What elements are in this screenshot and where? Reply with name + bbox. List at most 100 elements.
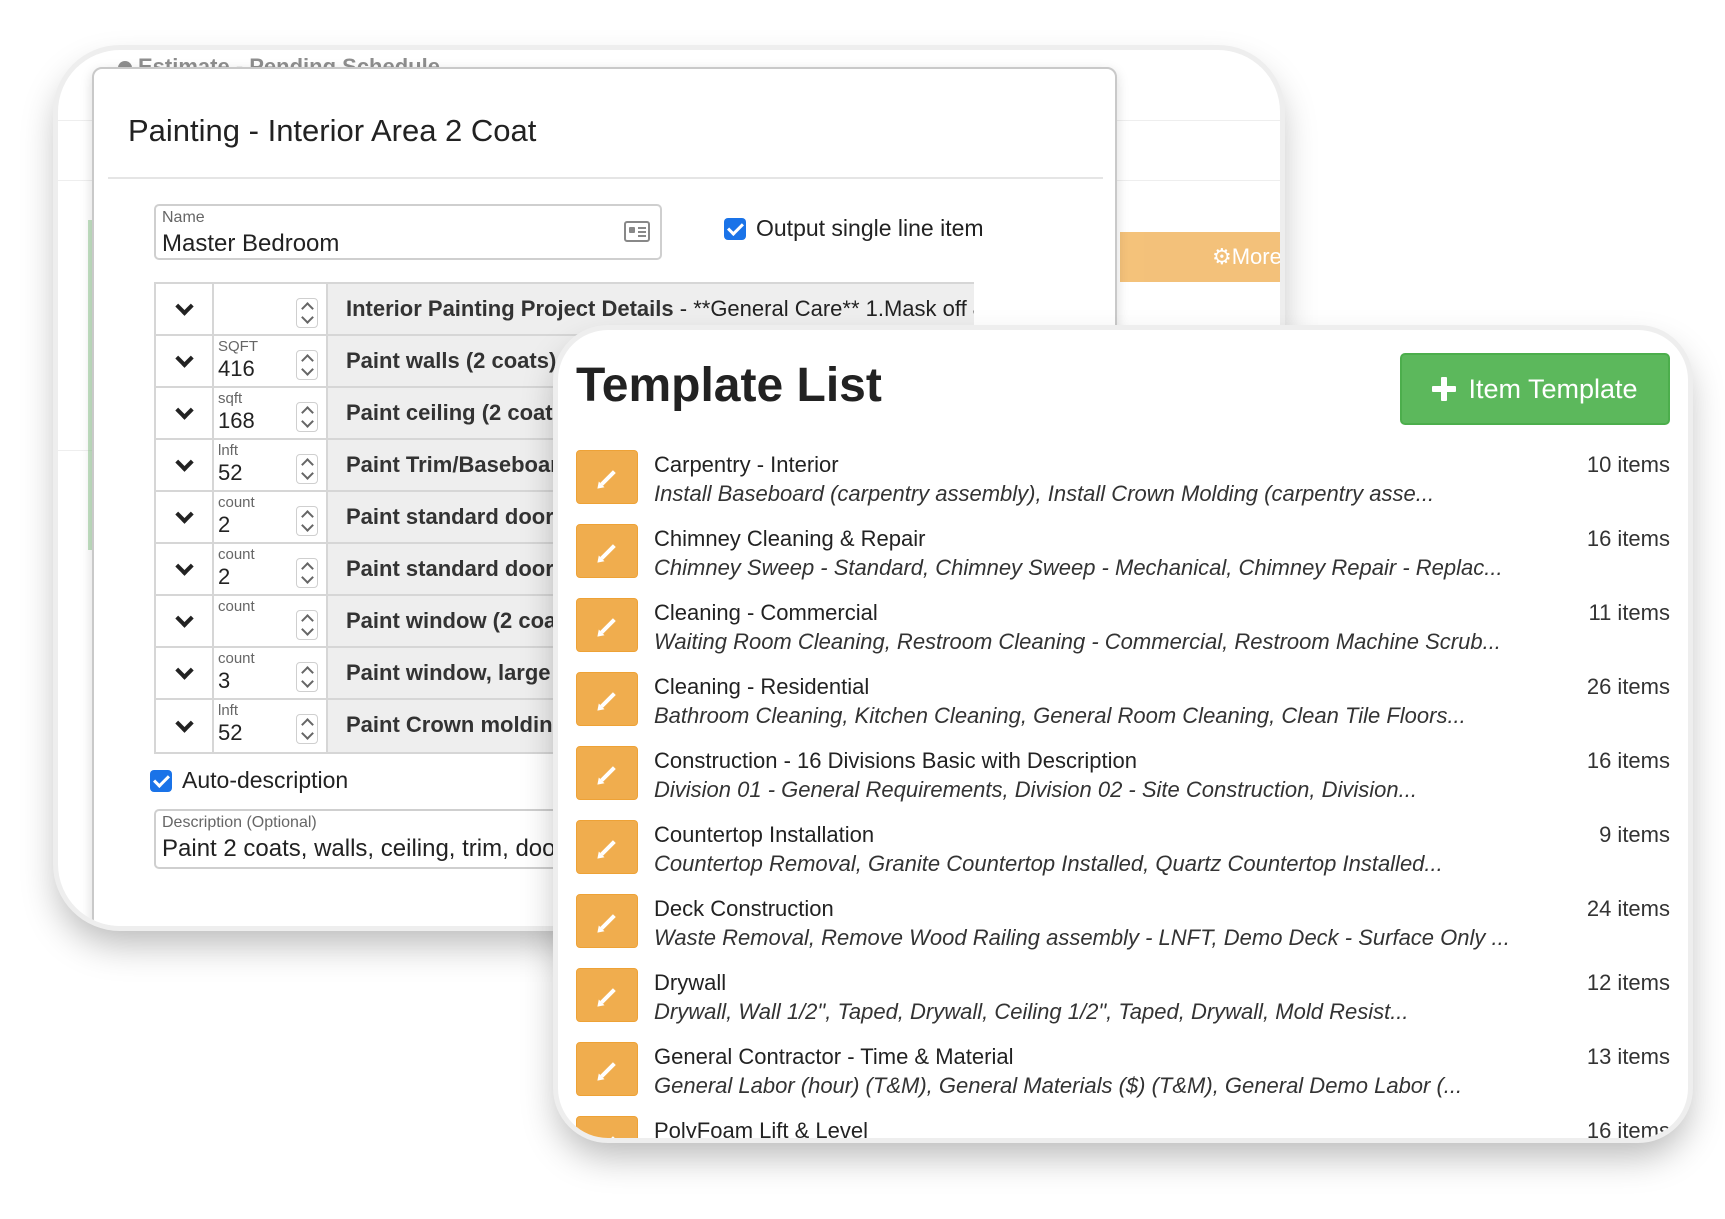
quantity-value[interactable]: 52: [218, 460, 242, 486]
template-list-item[interactable]: Construction - 16 Divisions Basic with D…: [576, 746, 1670, 820]
template-name[interactable]: Construction - 16 Divisions Basic with D…: [654, 748, 1137, 774]
template-summary: Bathroom Cleaning, Kitchen Cleaning, Gen…: [654, 703, 1466, 728]
template-name[interactable]: Carpentry - Interior: [654, 452, 839, 478]
quantity-value[interactable]: 52: [218, 720, 242, 746]
template-name[interactable]: General Contractor - Time & Material: [654, 1044, 1013, 1070]
quantity-unit: count: [218, 650, 255, 667]
gear-icon: ⚙: [1212, 244, 1232, 269]
chevron-down-icon: [174, 608, 194, 628]
quantity-stepper[interactable]: count: [214, 596, 328, 646]
expand-toggle[interactable]: [156, 544, 214, 594]
output-single-line-checkbox[interactable]: [724, 217, 746, 240]
edit-template-button[interactable]: [576, 450, 638, 504]
template-summary: Drywall, Wall 1/2", Taped, Drywall, Ceil…: [654, 999, 1409, 1024]
description-field-label: Description (Optional): [162, 814, 317, 831]
pencil-icon: [600, 766, 616, 782]
template-name[interactable]: Countertop Installation: [654, 822, 874, 848]
name-field-label: Name: [162, 209, 205, 226]
stepper-arrows-icon[interactable]: [296, 662, 318, 692]
template-list-item[interactable]: Cleaning - Residential Bathroom Cleaning,…: [576, 672, 1670, 746]
chevron-down-icon: [174, 504, 194, 524]
more-button[interactable]: ⚙ More: [1120, 232, 1280, 282]
edit-template-button[interactable]: [576, 894, 638, 948]
line-item-name: Paint standard door: [346, 504, 554, 529]
quantity-value[interactable]: 2: [218, 564, 230, 590]
expand-toggle[interactable]: [156, 492, 214, 542]
template-name[interactable]: Cleaning - Residential: [654, 674, 869, 700]
pencil-icon: [600, 692, 616, 708]
template-name[interactable]: PolyFoam Lift & Level: [654, 1118, 868, 1138]
quantity-value[interactable]: 2: [218, 512, 230, 538]
stepper-arrows-icon[interactable]: [296, 506, 318, 536]
stepper-arrows-icon[interactable]: [296, 454, 318, 484]
auto-description-label: Auto-description: [182, 767, 349, 793]
template-item-count: 12 items: [1586, 970, 1670, 995]
quantity-stepper[interactable]: count 2: [214, 544, 328, 594]
template-name[interactable]: Drywall: [654, 970, 726, 996]
quantity-unit: SQFT: [218, 338, 258, 355]
add-item-template-button[interactable]: Item Template: [1400, 353, 1670, 425]
edit-template-button[interactable]: [576, 746, 638, 800]
expand-toggle[interactable]: [156, 388, 214, 438]
template-list-item[interactable]: Carpentry - Interior Install Baseboard (c…: [576, 450, 1670, 524]
pencil-icon: [600, 1062, 616, 1078]
stepper-arrows-icon[interactable]: [296, 402, 318, 432]
output-single-line-checkbox-row[interactable]: Output single line item: [724, 215, 984, 242]
line-item-name: Interior Painting Project Details: [346, 296, 674, 321]
stepper-arrows-icon[interactable]: [296, 610, 318, 640]
chevron-down-icon: [174, 452, 194, 472]
quantity-value[interactable]: 416: [218, 356, 255, 382]
template-name[interactable]: Deck Construction: [654, 896, 834, 922]
expand-toggle[interactable]: [156, 648, 214, 698]
stepper-arrows-icon[interactable]: [296, 298, 318, 328]
quantity-stepper[interactable]: lnft 52: [214, 440, 328, 490]
quantity-stepper[interactable]: sqft 168: [214, 388, 328, 438]
pencil-icon: [600, 470, 616, 486]
template-list-item[interactable]: General Contractor - Time & Material Gene…: [576, 1042, 1670, 1116]
template-item-count: 10 items: [1586, 452, 1670, 477]
template-name[interactable]: Cleaning - Commercial: [654, 600, 878, 626]
expand-toggle[interactable]: [156, 700, 214, 752]
pencil-icon: [600, 840, 616, 856]
expand-toggle[interactable]: [156, 596, 214, 646]
edit-template-button[interactable]: [576, 1116, 638, 1138]
line-item-name: Paint Crown molding: [346, 712, 566, 737]
template-list-item[interactable]: Drywall Drywall, Wall 1/2", Taped, Drywal…: [576, 968, 1670, 1042]
template-list-item[interactable]: PolyFoam Lift & Level 16 items: [576, 1116, 1670, 1138]
template-list-item[interactable]: Cleaning - Commercial Waiting Room Cleani…: [576, 598, 1670, 672]
auto-description-checkbox[interactable]: [150, 769, 172, 792]
template-list-item[interactable]: Deck Construction Waste Removal, Remove W…: [576, 894, 1670, 968]
edit-template-button[interactable]: [576, 820, 638, 874]
edit-template-button[interactable]: [576, 672, 638, 726]
expand-toggle[interactable]: [156, 440, 214, 490]
edit-template-button[interactable]: [576, 598, 638, 652]
quantity-stepper[interactable]: [214, 284, 328, 334]
quantity-value[interactable]: 168: [218, 408, 255, 434]
edit-template-button[interactable]: [576, 1042, 638, 1096]
template-list-item[interactable]: Chimney Cleaning & Repair Chimney Sweep -…: [576, 524, 1670, 598]
quantity-value[interactable]: 3: [218, 668, 230, 694]
quantity-unit: count: [218, 598, 255, 615]
line-item-name: Paint standard door: [346, 556, 554, 581]
quantity-stepper[interactable]: SQFT 416: [214, 336, 328, 386]
pencil-icon: [600, 544, 616, 560]
edit-template-button[interactable]: [576, 968, 638, 1022]
stepper-arrows-icon[interactable]: [296, 558, 318, 588]
expand-toggle[interactable]: [156, 336, 214, 386]
stepper-arrows-icon[interactable]: [296, 350, 318, 380]
template-item-count: 13 items: [1586, 1044, 1670, 1069]
quantity-unit: lnft: [218, 702, 239, 719]
expand-toggle[interactable]: [156, 284, 214, 334]
contact-card-icon[interactable]: [624, 221, 650, 242]
template-list-item[interactable]: Countertop Installation Countertop Remova…: [576, 820, 1670, 894]
quantity-stepper[interactable]: count 3: [214, 648, 328, 698]
quantity-stepper[interactable]: lnft 52: [214, 700, 328, 752]
template-name[interactable]: Chimney Cleaning & Repair: [654, 526, 925, 552]
stepper-arrows-icon[interactable]: [296, 714, 318, 744]
edit-template-button[interactable]: [576, 524, 638, 578]
name-field[interactable]: Name Master Bedroom: [154, 204, 662, 260]
line-item-description[interactable]: Interior Painting Project Details - **Ge…: [328, 284, 974, 334]
template-item-count: 24 items: [1586, 896, 1670, 921]
quantity-stepper[interactable]: count 2: [214, 492, 328, 542]
auto-description-checkbox-row[interactable]: Auto-description: [150, 767, 348, 794]
